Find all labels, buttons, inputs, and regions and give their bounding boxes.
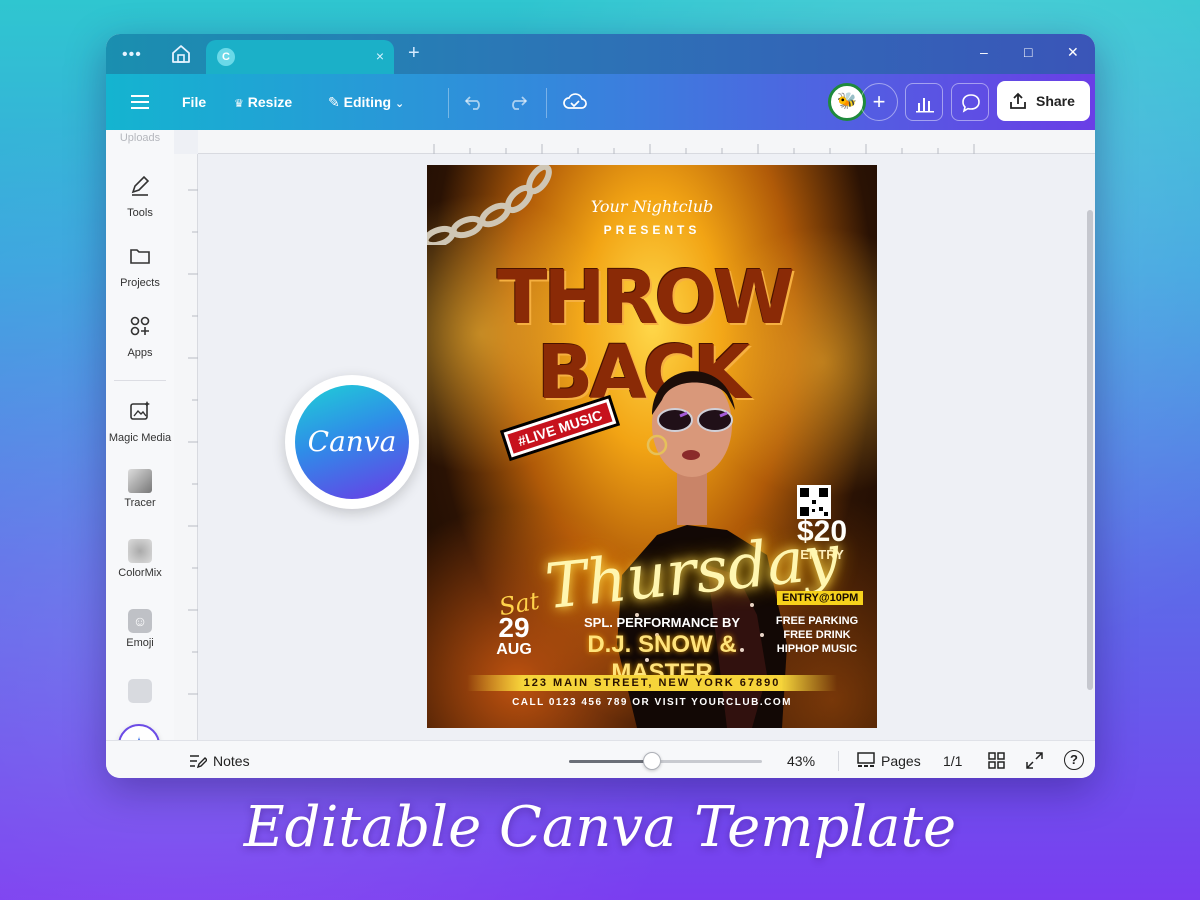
colormix-icon: [128, 539, 152, 563]
sidebar-item-apps[interactable]: Apps: [106, 314, 174, 359]
left-sidebar: Uploads Tools Projects Apps Magic Media …: [106, 130, 174, 740]
sidebar-item-colormix[interactable]: ColorMix: [106, 539, 174, 579]
zoom-slider[interactable]: [569, 760, 762, 763]
zoom-slider-fill: [569, 760, 652, 763]
notes-icon: [190, 755, 207, 769]
sidebar-item-label: ColorMix: [118, 567, 162, 579]
vertical-scrollbar[interactable]: [1087, 210, 1093, 690]
sidebar-item-projects[interactable]: Projects: [106, 244, 174, 289]
ruler-ticks-left: [188, 189, 198, 695]
home-icon[interactable]: [170, 44, 192, 64]
page-counter: 1/1: [943, 753, 963, 769]
sidebar-item-label: Tracer: [124, 497, 156, 509]
notes-button[interactable]: Notes: [213, 753, 250, 769]
pages-button[interactable]: Pages: [881, 753, 921, 769]
sidebar-divider: [114, 380, 166, 381]
canva-logo-badge: Canva: [285, 375, 419, 509]
editor-toolbar: File ♛ Resize ✎ Editing ⌄ 🐝 + Share: [106, 74, 1095, 130]
sidebar-item-label: Tools: [127, 207, 153, 219]
bottombar-divider: [838, 751, 839, 771]
ruler-top: [198, 130, 1095, 154]
pencil-icon: ✎: [328, 94, 340, 110]
pages-icon: [857, 752, 875, 767]
zoom-slider-handle[interactable]: [642, 752, 661, 770]
ruler-left: [174, 154, 198, 740]
sidebar-item-label: Projects: [120, 277, 160, 289]
share-button[interactable]: Share: [997, 81, 1090, 121]
help-button[interactable]: ?: [1064, 750, 1084, 770]
tracer-icon: [128, 469, 152, 493]
editing-label: Editing: [343, 94, 392, 110]
sidebar-item-uploads[interactable]: Uploads: [106, 132, 174, 144]
canva-logo-icon: C: [217, 48, 235, 66]
sidebar-item-label: Uploads: [119, 132, 161, 144]
insights-button[interactable]: [905, 83, 943, 121]
flyer-design[interactable]: Your Nightclub PRESENTS THROW BACK #LIVE…: [427, 165, 877, 728]
zoom-level[interactable]: 43%: [787, 753, 815, 769]
share-upload-icon: [1010, 92, 1026, 109]
grid-view-icon[interactable]: [988, 752, 1005, 769]
toolbar-divider: [546, 88, 547, 118]
file-menu-button[interactable]: File: [182, 94, 206, 110]
flyer-perk-music: HIPHOP MUSIC: [776, 643, 858, 655]
close-tab-icon[interactable]: ×: [376, 48, 384, 64]
sidebar-item-label: Emoji: [126, 637, 154, 649]
share-label: Share: [1036, 93, 1075, 109]
promo-banner-title: Editable Canva Template: [243, 795, 957, 860]
pen-icon: [131, 175, 150, 196]
flyer-perk-parking: FREE PARKING: [775, 615, 859, 627]
app-icon: [128, 679, 152, 703]
folder-icon: [130, 249, 150, 264]
sidebar-item-emoji[interactable]: ☺ Emoji: [106, 609, 174, 649]
sidebar-item-magic-media[interactable]: Magic Media: [106, 399, 174, 444]
flyer-entry-time: ENTRY@10PM: [777, 591, 864, 605]
sidebar-item-label: Magic Media: [108, 432, 172, 444]
editing-mode-dropdown[interactable]: ✎ Editing ⌄: [328, 94, 404, 111]
flyer-perk-drink: FREE DRINK: [783, 629, 851, 641]
add-collaborator-button[interactable]: +: [860, 83, 898, 121]
bar-chart-icon: [916, 98, 934, 113]
chevron-down-icon: ⌄: [394, 98, 405, 110]
flyer-nightclub-script: Your Nightclub: [590, 197, 714, 216]
cloud-saved-icon[interactable]: [563, 92, 587, 110]
sidebar-item-tracer[interactable]: Tracer: [106, 469, 174, 509]
flyer-presents: PRESENTS: [603, 223, 701, 237]
flyer-month: AUG: [496, 641, 532, 658]
toolbar-divider: [448, 88, 449, 118]
sidebar-item-tools[interactable]: Tools: [106, 174, 174, 219]
apps-grid-icon: [130, 316, 150, 336]
resize-label: Resize: [247, 94, 293, 110]
minimize-icon[interactable]: –: [980, 44, 988, 60]
resize-button[interactable]: ♛ Resize: [234, 94, 292, 110]
comments-button[interactable]: [951, 83, 989, 121]
flyer-day-number: 29: [498, 612, 530, 643]
emoji-icon: ☺: [128, 609, 152, 633]
canva-logo-text: Canva: [295, 385, 409, 499]
sidebar-item-partial[interactable]: [106, 679, 174, 703]
bottom-bar: Notes 43% Pages 1/1 ?: [106, 740, 1095, 778]
flyer-special-performance: SPL. PERFORMANCE BY: [583, 615, 740, 630]
qr-code-icon: [797, 485, 831, 519]
maximize-icon[interactable]: □: [1024, 44, 1032, 60]
browser-tab[interactable]: C ×: [206, 40, 394, 74]
flyer-address: 123 MAIN STREET, NEW YORK 67890: [523, 677, 781, 689]
comment-icon: [962, 94, 980, 113]
menu-dots-icon[interactable]: •••: [122, 46, 142, 64]
redo-icon[interactable]: [508, 94, 528, 110]
magic-media-icon: [130, 401, 150, 420]
new-tab-icon[interactable]: +: [408, 42, 420, 65]
ruler-ticks-top: [433, 144, 975, 154]
fullscreen-icon[interactable]: [1026, 752, 1043, 769]
hamburger-icon[interactable]: [131, 94, 149, 110]
crown-icon: ♛: [234, 98, 244, 110]
close-icon[interactable]: ✕: [1067, 44, 1079, 61]
flyer-call-info: CALL 0123 456 789 OR VISIT YOURCLUB.COM: [512, 697, 792, 708]
sidebar-item-label: Apps: [127, 347, 153, 359]
undo-icon[interactable]: [464, 94, 484, 110]
title-bar: ••• C × + – □ ✕: [106, 34, 1095, 74]
